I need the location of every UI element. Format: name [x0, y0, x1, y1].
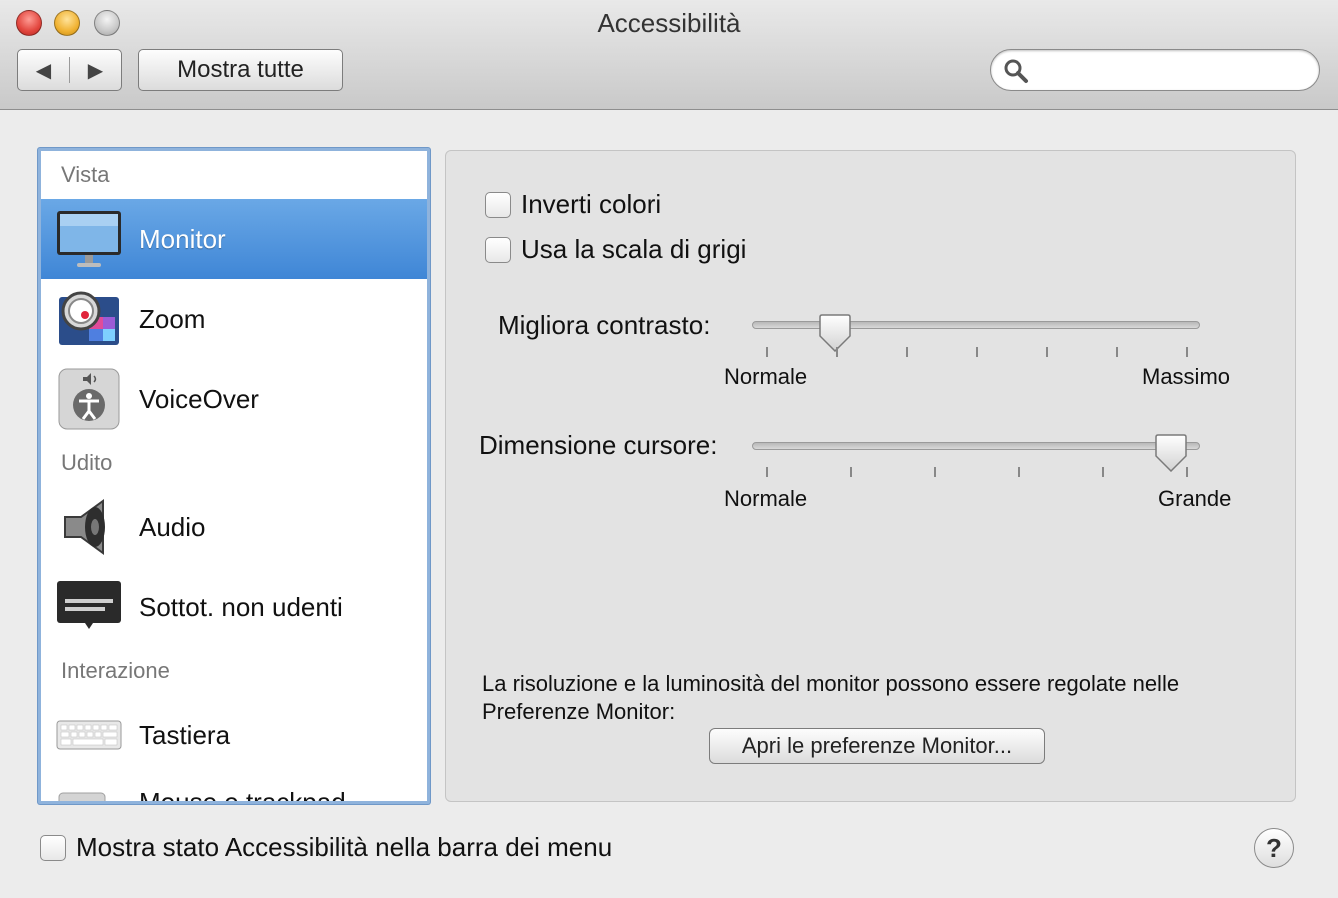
captions-icon — [57, 581, 121, 629]
sidebar-item-label: Tastiera — [139, 719, 231, 750]
search-icon — [1004, 59, 1028, 83]
keyboard-icon — [56, 720, 122, 750]
window-title: Accessibilità — [597, 8, 741, 38]
category-list[interactable]: Vista Monitor Zoom VoiceOver Udito Audio… — [38, 148, 430, 804]
help-button[interactable]: ? — [1254, 828, 1294, 868]
slider-tick — [934, 467, 936, 477]
show-status-checkbox[interactable] — [40, 834, 66, 861]
section-header-vista: Vista — [61, 162, 110, 187]
slider-tick — [1046, 347, 1048, 357]
show-status-option[interactable]: Mostra stato Accessibilità nella barra d… — [40, 832, 612, 863]
slider-tick — [906, 347, 908, 357]
search-field[interactable] — [990, 49, 1320, 91]
cursor-size-label: Dimensione cursore: — [479, 430, 718, 460]
sidebar-item-voiceover[interactable]: VoiceOver — [41, 359, 427, 439]
back-arrow-icon: ◀ — [35, 59, 52, 82]
slider-tick — [1186, 467, 1188, 477]
zoom-icon — [59, 291, 119, 345]
sidebar-item-label: Audio — [139, 511, 206, 542]
sidebar-item-label: Zoom — [139, 303, 206, 334]
slider-tick — [1018, 467, 1020, 477]
sidebar-item-zoom[interactable]: Zoom — [41, 279, 427, 359]
cursor-size-track[interactable] — [752, 442, 1200, 450]
mouse-icon — [58, 792, 106, 801]
back-button[interactable]: ◀ — [18, 50, 69, 90]
slider-tick — [1102, 467, 1104, 477]
slider-tick — [766, 347, 768, 357]
window-toolbar: Accessibilità ◀ ▶ Mostra tutte — [0, 0, 1338, 110]
grayscale-checkbox[interactable] — [485, 236, 511, 263]
back-forward-group: ◀ ▶ — [17, 49, 122, 91]
invert-colors-label: Inverti colori — [521, 189, 662, 219]
slider-tick — [836, 347, 838, 357]
search-input[interactable] — [1041, 56, 1301, 84]
sidebar-item-monitor[interactable]: Monitor — [41, 199, 427, 279]
slider-tick — [1186, 347, 1188, 357]
sidebar-item-keyboard[interactable]: Tastiera — [41, 695, 427, 775]
grayscale-label: Usa la scala di grigi — [521, 234, 747, 264]
show-status-label: Mostra stato Accessibilità nella barra d… — [76, 832, 613, 862]
sidebar-item-label: VoiceOver — [139, 383, 259, 414]
cursor-size-thumb[interactable] — [1154, 434, 1188, 472]
contrast-max-label: Massimo — [1142, 364, 1231, 389]
open-monitor-preferences-button[interactable]: Apri le preferenze Monitor... — [709, 728, 1045, 764]
sidebar-item-captions[interactable]: Sottot. non udenti — [41, 567, 427, 647]
section-header-udito: Udito — [61, 450, 113, 475]
sidebar-item-audio[interactable]: Audio — [41, 487, 427, 567]
cursor-max-label: Grande — [1158, 486, 1232, 511]
sidebar-item-label: Monitor — [139, 223, 226, 254]
monitor-info-text: La risoluzione e la luminosità del monit… — [482, 671, 1180, 724]
show-all-button[interactable]: Mostra tutte — [138, 49, 343, 91]
voiceover-icon — [58, 368, 120, 430]
speaker-icon — [64, 499, 105, 555]
cursor-min-label: Normale — [724, 486, 808, 511]
slider-tick — [766, 467, 768, 477]
monitor-icon — [57, 211, 121, 267]
forward-arrow-icon: ▶ — [87, 59, 104, 82]
invert-colors-option[interactable]: Inverti colori — [485, 189, 661, 220]
section-header-interazione: Interazione — [61, 658, 170, 683]
forward-button[interactable]: ▶ — [70, 50, 121, 90]
grayscale-option[interactable]: Usa la scala di grigi — [485, 234, 746, 265]
sidebar-item-label: Sottot. non udenti — [139, 591, 343, 622]
sidebar-item-label: Mouse e trackpad — [139, 787, 346, 804]
slider-tick — [1116, 347, 1118, 357]
slider-tick — [850, 467, 852, 477]
sidebar-item-mouse[interactable]: Mouse e trackpad — [41, 775, 427, 804]
slider-tick — [976, 347, 978, 357]
contrast-min-label: Normale — [724, 364, 808, 389]
contrast-label: Migliora contrasto: — [498, 310, 711, 340]
invert-colors-checkbox[interactable] — [485, 191, 511, 218]
